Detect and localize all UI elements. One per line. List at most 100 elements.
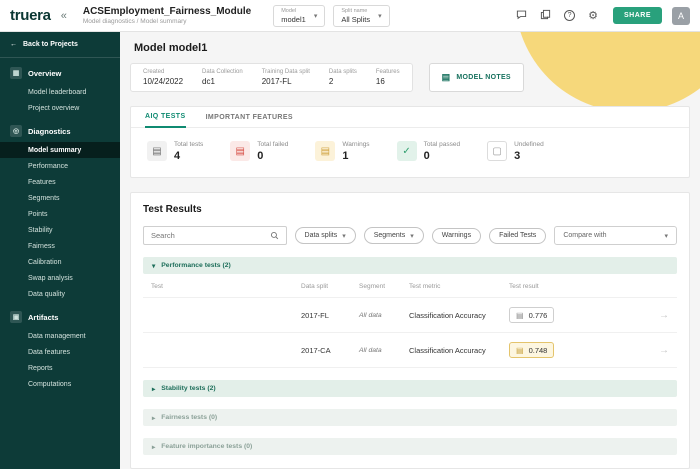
stat-label: Undefined — [514, 141, 544, 148]
group-feature-importance-tests[interactable]: ▸ Feature importance tests (0) — [143, 438, 677, 455]
tab-important-features[interactable]: IMPORTANT FEATURES — [206, 114, 293, 127]
filter-data-splits[interactable]: Data splits ▾ — [294, 227, 356, 244]
sidebar-item-model-summary[interactable]: Model summary — [0, 142, 120, 158]
split-select[interactable]: Split name All Splits ▾ — [333, 4, 390, 27]
sidebar-item-segments[interactable]: Segments — [0, 190, 120, 206]
filter-failed-tests[interactable]: Failed Tests — [489, 227, 547, 244]
stat-label: Warnings — [342, 141, 370, 148]
sidebar-item-data-features[interactable]: Data features — [0, 344, 120, 360]
cell-test-metric: Classification Accuracy — [409, 345, 486, 355]
row-arrow-icon[interactable]: → — [647, 310, 669, 321]
sidebar-item-project-overview[interactable]: Project overview — [0, 100, 120, 116]
sidebar-item-calibration[interactable]: Calibration — [0, 254, 120, 270]
result-doc-icon: ▤ — [516, 310, 524, 320]
sidebar-section-artifacts: ▣ Artifacts — [0, 302, 120, 328]
model-notes-button[interactable]: ▤ MODEL NOTES — [428, 63, 524, 92]
avatar[interactable]: A — [672, 6, 690, 25]
model-notes-label: MODEL NOTES — [456, 74, 511, 81]
back-to-projects[interactable]: ← Back to Projects — [0, 32, 120, 58]
row-arrow-icon[interactable]: → — [647, 345, 669, 356]
group-stability-tests[interactable]: ▸ Stability tests (2) — [143, 380, 677, 397]
info-field-data-splits: Data splits 2 — [329, 69, 357, 86]
test-results-title: Test Results — [143, 204, 202, 215]
table-row[interactable]: 2017-CA All data Classification Accuracy… — [143, 333, 677, 368]
sidebar-item-swap-analysis[interactable]: Swap analysis — [0, 270, 120, 286]
info-field-label: Data splits — [328, 69, 357, 75]
model-info-card: Created 10/24/2022 Data Collection dc1 T… — [130, 63, 413, 92]
stat-value: 1 — [342, 150, 349, 162]
sidebar-item-model-leaderboard[interactable]: Model leaderboard — [0, 84, 120, 100]
stat-label: Total tests — [174, 141, 204, 148]
collapse-sidebar-icon[interactable]: « — [61, 10, 67, 22]
table-row[interactable]: 2017-FL All data Classification Accuracy… — [143, 298, 677, 333]
info-field-value: dc1 — [202, 77, 215, 86]
sidebar-section-label: Overview — [28, 68, 62, 78]
cell-test-metric: Classification Accuracy — [409, 310, 486, 320]
overview-icon: ▦ — [10, 67, 22, 79]
group-fairness-tests[interactable]: ▸ Fairness tests (0) — [143, 409, 677, 426]
info-field-value: 2 — [328, 77, 334, 86]
model-select[interactable]: Model model1 ▾ — [273, 4, 326, 27]
model-info-row: Created 10/24/2022 Data Collection dc1 T… — [130, 63, 690, 92]
test-result-badge-warning[interactable]: ▤ 0.748 — [509, 342, 555, 358]
filter-warnings[interactable]: Warnings — [431, 227, 482, 244]
tab-aiq-tests[interactable]: AIQ TESTS — [145, 113, 186, 128]
info-field-label: Data Collection — [202, 69, 243, 75]
module-title: ACSEmployment_Fairness_Module — [82, 5, 252, 17]
compare-with-select[interactable]: Compare with ▾ — [554, 226, 677, 245]
sidebar-item-fairness[interactable]: Fairness — [0, 238, 120, 254]
stat-total-failed: ▤ Total failed 0 — [230, 141, 288, 162]
sidebar-item-data-management[interactable]: Data management — [0, 328, 120, 344]
main-content: Model model1 Created 10/24/2022 Data Col… — [120, 32, 700, 469]
sidebar-item-data-quality[interactable]: Data quality — [0, 286, 120, 302]
total-passed-icon: ✓ — [396, 141, 417, 161]
result-doc-icon: ▤ — [516, 345, 524, 355]
top-bar: truera « ACSEmployment_Fairness_Module M… — [0, 0, 700, 32]
table-header-row: Test Data split Segment Test metric Test… — [143, 274, 677, 298]
filter-label: Failed Tests — [499, 232, 537, 239]
info-field-value: 16 — [375, 77, 385, 86]
result-value: 0.776 — [528, 310, 548, 320]
sidebar-section-diagnostics: ◎ Diagnostics — [0, 116, 120, 142]
share-button[interactable]: SHARE — [612, 7, 662, 24]
breadcrumb: Model diagnostics / Model summary — [82, 18, 187, 26]
col-header-segment: Segment — [359, 283, 386, 290]
docs-icon[interactable] — [540, 7, 551, 25]
sidebar-item-reports[interactable]: Reports — [0, 360, 120, 376]
undefined-icon: ▢ — [487, 141, 508, 161]
page-title: Model model1 — [134, 42, 208, 54]
sidebar-section-label: Diagnostics — [28, 126, 71, 136]
test-result-badge[interactable]: ▤ 0.776 — [509, 307, 555, 323]
info-field-label: Features — [375, 69, 400, 75]
search-input[interactable] — [151, 231, 270, 240]
sidebar-item-stability[interactable]: Stability — [0, 222, 120, 238]
settings-icon[interactable]: ⚙ — [588, 9, 598, 22]
filter-label: Warnings — [441, 232, 472, 239]
chevron-right-icon: ▸ — [152, 443, 156, 451]
sidebar-item-features[interactable]: Features — [0, 174, 120, 190]
chat-icon[interactable] — [516, 7, 527, 25]
compare-with-label: Compare with — [563, 232, 607, 239]
test-results-controls: Data splits ▾ Segments ▾ Warnings Failed… — [143, 226, 677, 245]
sidebar-item-points[interactable]: Points — [0, 206, 120, 222]
info-field-label: Training Data split — [261, 69, 310, 75]
help-icon[interactable]: ? — [564, 10, 576, 21]
group-performance-tests[interactable]: ▾ Performance tests (2) — [143, 257, 677, 274]
back-to-projects-label: Back to Projects — [23, 41, 78, 48]
model-select-value: model1 — [281, 14, 306, 24]
info-field-data-collection: Data Collection dc1 — [202, 69, 243, 86]
diagnostics-icon: ◎ — [10, 125, 22, 137]
header-icons: ? ⚙ — [516, 7, 598, 25]
info-field-training-split: Training Data split 2017-FL — [262, 69, 310, 86]
sidebar-item-performance[interactable]: Performance — [0, 158, 120, 174]
filter-segments[interactable]: Segments ▾ — [363, 227, 424, 244]
search-box[interactable] — [143, 226, 287, 245]
model-select-label: Model — [281, 7, 297, 14]
app-shell: ← Back to Projects ▦ Overview Model lead… — [0, 32, 700, 469]
stat-value: 4 — [174, 150, 181, 162]
cell-data-split: 2017-FL — [301, 310, 329, 320]
test-results-card: Test Results Data splits ▾ Segments ▾ Wa… — [130, 192, 690, 469]
sidebar-item-computations[interactable]: Computations — [0, 376, 120, 392]
filter-label: Data splits — [304, 232, 338, 239]
group-label: Feature importance tests (0) — [161, 443, 253, 450]
